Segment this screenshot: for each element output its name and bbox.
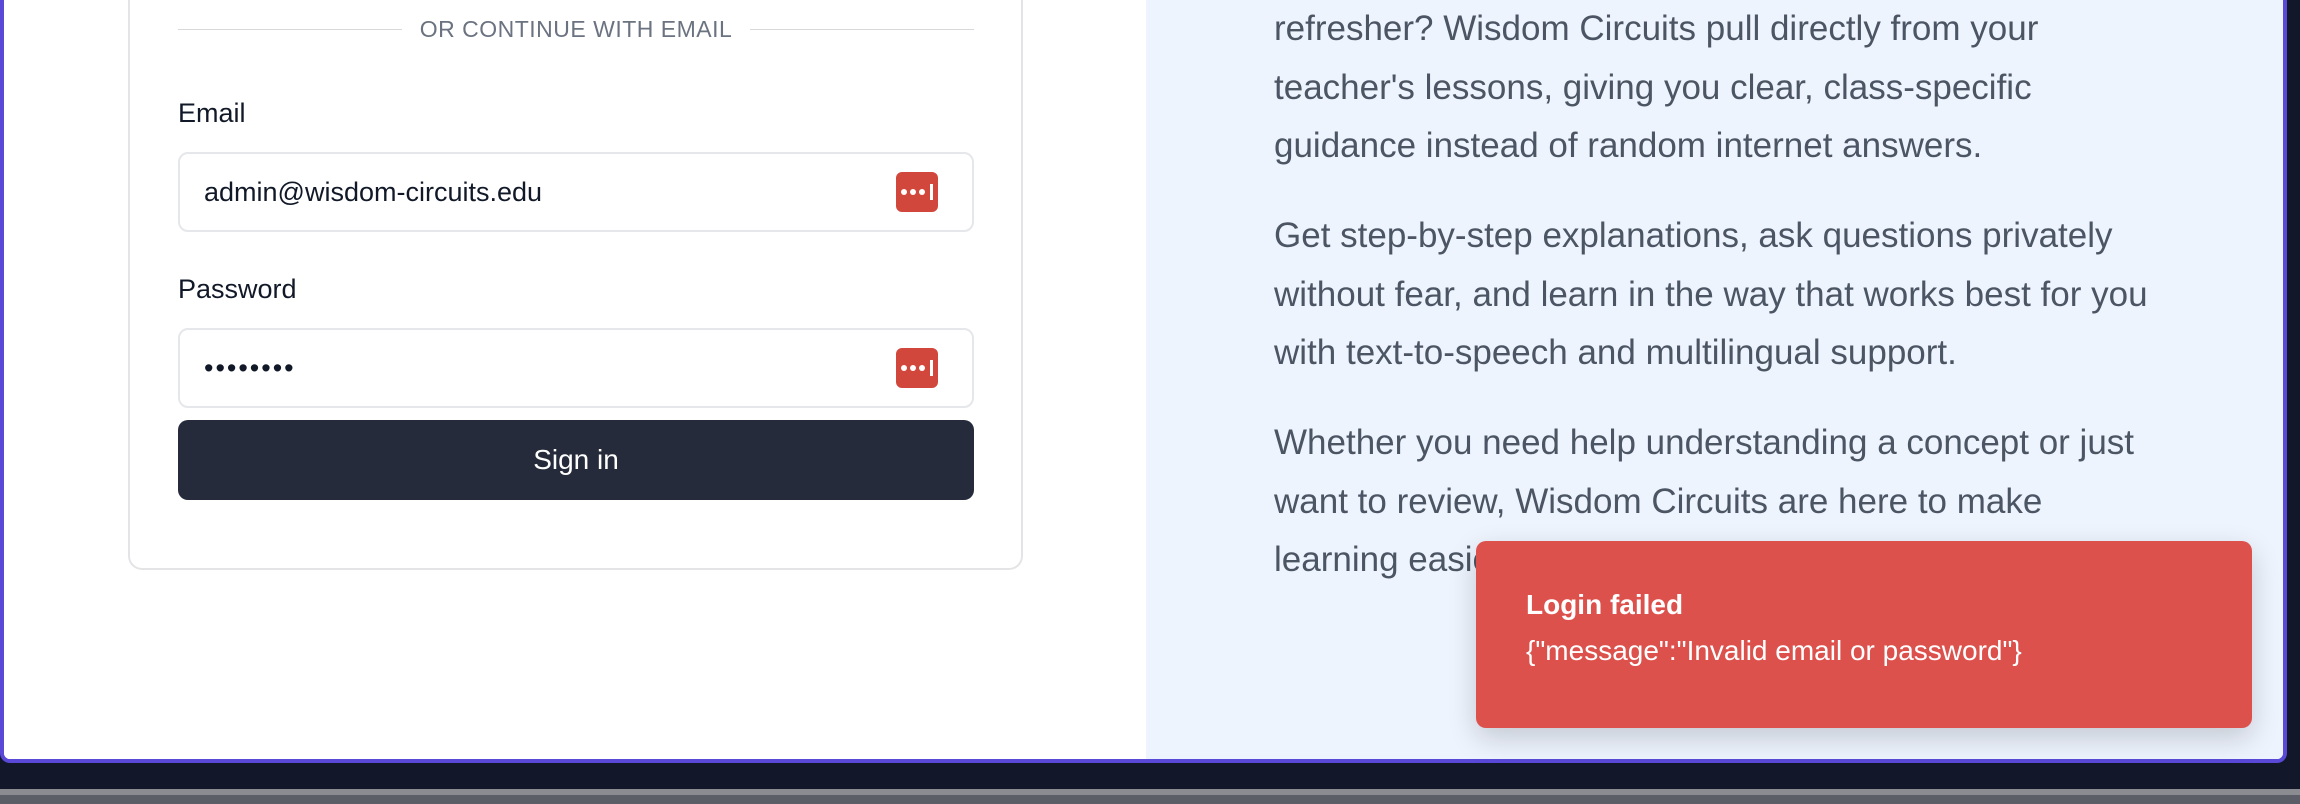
- password-manager-icon[interactable]: [896, 348, 938, 388]
- promo-paragraph: refresher? Wisdom Circuits pull directly…: [1274, 9, 2039, 165]
- password-field[interactable]: ••••••••: [178, 328, 974, 408]
- password-value: ••••••••: [204, 352, 296, 383]
- divider-text: OR CONTINUE WITH EMAIL: [419, 15, 733, 42]
- toast-message: {"message":"Invalid email or password"}: [1526, 635, 2022, 666]
- password-label: Password: [178, 274, 297, 304]
- promo-paragraph: Get step-by-step explanations, ask quest…: [1274, 216, 2148, 372]
- email-label: Email: [178, 98, 246, 128]
- password-manager-icon[interactable]: [896, 172, 938, 212]
- login-card: OR CONTINUE WITH EMAIL Email admin@wisdo…: [128, 0, 1023, 570]
- toast-title: Login failed: [1526, 589, 1684, 620]
- login-pane: OR CONTINUE WITH EMAIL Email admin@wisdo…: [4, 0, 1146, 759]
- divider-line: [178, 28, 402, 30]
- email-divider: OR CONTINUE WITH EMAIL: [178, 16, 974, 42]
- divider-line: [750, 28, 974, 30]
- email-value: admin@wisdom-circuits.edu: [204, 176, 543, 207]
- email-field[interactable]: admin@wisdom-circuits.edu: [178, 152, 974, 232]
- error-toast[interactable]: Login failed {"message":"Invalid email o…: [1476, 541, 2252, 728]
- sign-in-button[interactable]: Sign in: [178, 420, 974, 500]
- bottom-edge: [0, 789, 2300, 804]
